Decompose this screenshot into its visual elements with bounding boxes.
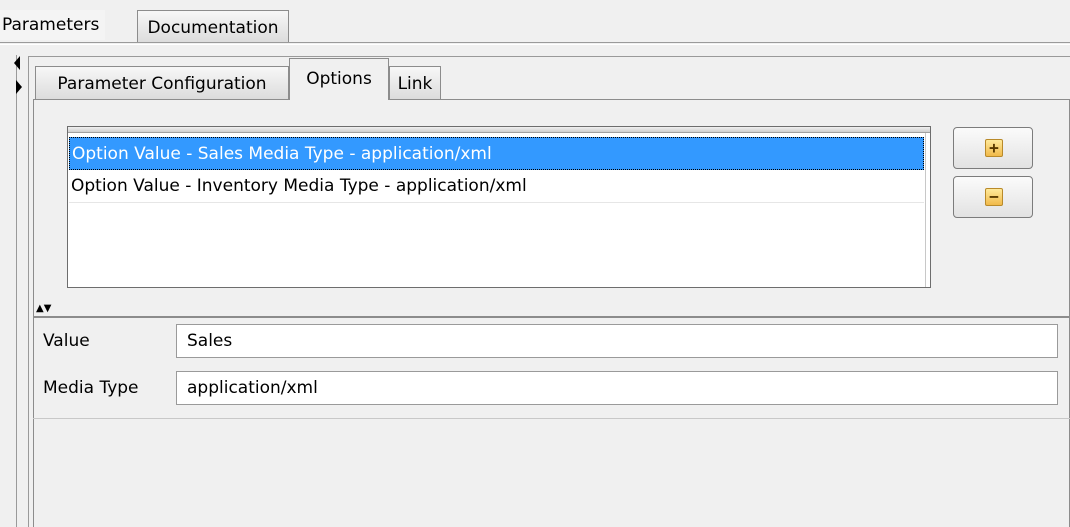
remove-icon: − (985, 188, 1003, 206)
tab-parameter-configuration[interactable]: Parameter Configuration (35, 66, 289, 99)
split-divider[interactable] (33, 316, 1070, 318)
left-splitter[interactable] (16, 55, 23, 527)
expand-right-icon[interactable] (16, 80, 22, 94)
add-icon: + (985, 139, 1003, 157)
tab-documentation[interactable]: Documentation (137, 10, 289, 42)
list-column-divider (925, 133, 926, 287)
add-option-button[interactable]: + (953, 127, 1033, 169)
split-arrows-icon[interactable]: ▲▼ (36, 304, 51, 314)
list-header (68, 127, 930, 133)
value-label: Value (43, 331, 90, 351)
value-field[interactable] (176, 324, 1058, 358)
media-type-field[interactable] (176, 371, 1058, 405)
tab-link[interactable]: Link (389, 66, 441, 99)
tab-parameters[interactable]: Parameters (0, 10, 106, 40)
list-item[interactable]: Option Value - Sales Media Type - applic… (69, 137, 924, 170)
tab-options[interactable]: Options (289, 58, 389, 100)
form-divider (33, 418, 1070, 419)
collapse-left-icon[interactable] (14, 56, 20, 70)
media-type-label: Media Type (43, 378, 139, 398)
tab-bar-divider (0, 42, 1070, 43)
tab-bar-divider-highlight (0, 44, 1070, 45)
remove-option-button[interactable]: − (953, 176, 1033, 218)
options-list[interactable]: Option Value - Sales Media Type - applic… (67, 126, 931, 288)
list-item[interactable]: Option Value - Inventory Media Type - ap… (69, 170, 924, 203)
